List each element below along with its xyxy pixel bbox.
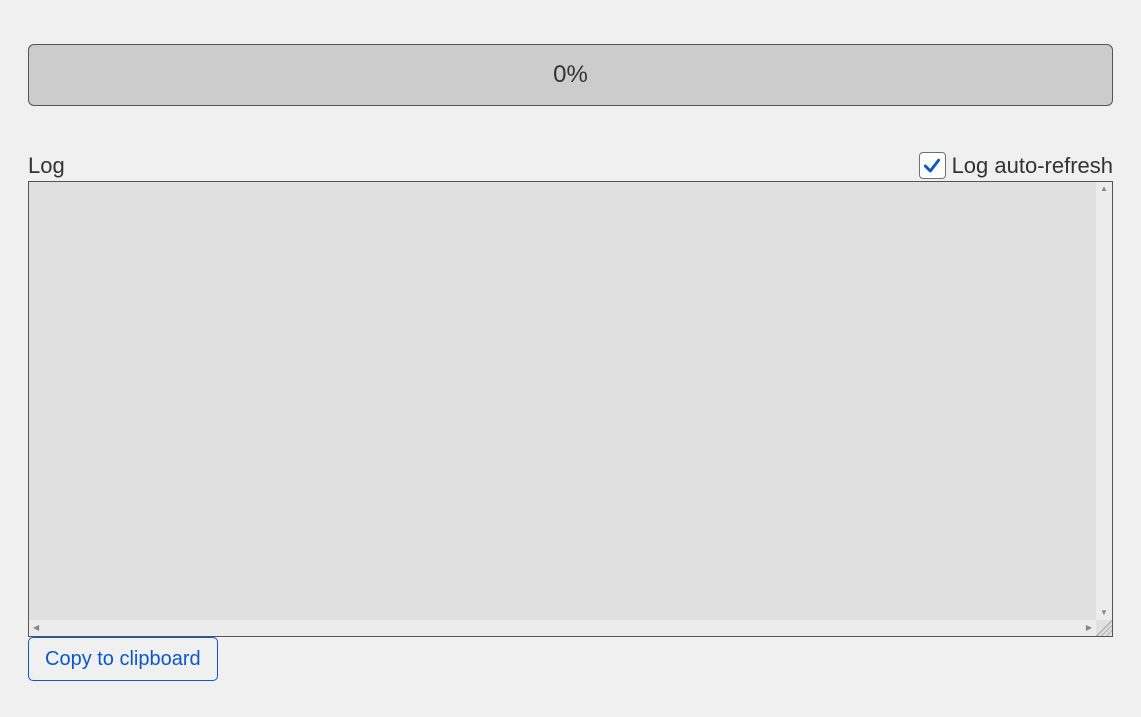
scroll-up-icon: ▲ <box>1096 182 1112 196</box>
log-auto-refresh-group: Log auto-refresh <box>919 152 1113 179</box>
progress-bar: 0% <box>28 44 1113 106</box>
scroll-left-icon: ◀ <box>29 621 43 635</box>
log-auto-refresh-label: Log auto-refresh <box>952 153 1113 179</box>
horizontal-scrollbar[interactable]: ◀ ▶ <box>29 620 1096 636</box>
log-area: ▲ ▼ ◀ ▶ <box>28 181 1113 637</box>
resize-grip-icon[interactable] <box>1096 620 1112 636</box>
progress-percent-text: 0% <box>553 61 588 89</box>
log-textarea[interactable] <box>29 182 1096 620</box>
scroll-right-icon: ▶ <box>1082 621 1096 635</box>
copy-button-label: Copy to clipboard <box>45 648 201 671</box>
log-auto-refresh-checkbox[interactable] <box>919 152 946 179</box>
vertical-scrollbar[interactable]: ▲ ▼ <box>1096 182 1112 620</box>
checkmark-icon <box>922 156 942 176</box>
copy-to-clipboard-button[interactable]: Copy to clipboard <box>28 637 218 681</box>
log-label: Log <box>28 153 65 179</box>
scroll-down-icon: ▼ <box>1096 606 1112 620</box>
log-header: Log Log auto-refresh <box>28 152 1113 179</box>
